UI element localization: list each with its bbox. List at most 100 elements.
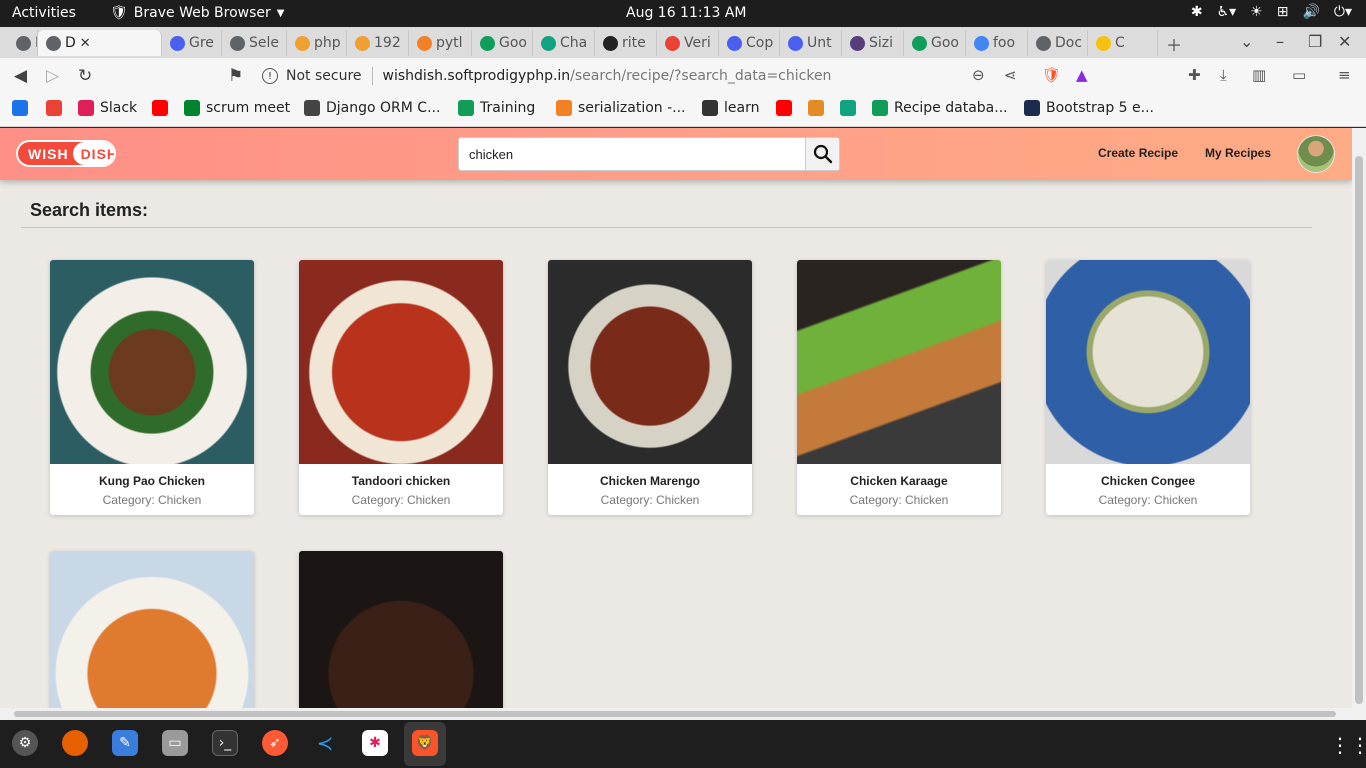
recipe-search-input[interactable] — [458, 137, 806, 171]
close-window-button[interactable]: ✕ — [1338, 32, 1351, 51]
recipe-name[interactable]: Chicken Karaage — [797, 474, 1001, 488]
brave-shields-icon[interactable]: 🛡 — [1042, 66, 1061, 84]
security-label[interactable]: Not secure — [286, 68, 362, 84]
settings-icon[interactable]: ⚙ — [12, 730, 38, 756]
recipe-image[interactable] — [299, 260, 503, 464]
reload-icon[interactable]: ↻ — [78, 66, 92, 86]
bookmark-item[interactable]: Recipe databa... — [872, 100, 1008, 116]
bookmark-item[interactable] — [46, 100, 62, 116]
browser-tab[interactable]: Cha — [533, 30, 595, 56]
bookmark-item[interactable]: serialization -... — [556, 100, 686, 116]
brave-icon[interactable]: 🦁 — [412, 730, 438, 756]
accessibility-icon[interactable]: ♿▾ — [1217, 4, 1237, 20]
recipe-card[interactable]: Chicken Karaage Category: Chicken — [797, 260, 1001, 515]
forward-arrow-icon[interactable]: ▷ — [46, 66, 59, 86]
browser-tab[interactable]: foo — [966, 30, 1028, 56]
volume-icon[interactable]: 🔊 — [1302, 4, 1319, 20]
recipe-card[interactable]: Kung Pao Chicken Category: Chicken — [50, 260, 254, 515]
minimize-window-button[interactable]: – — [1276, 32, 1284, 51]
browser-tab[interactable]: Goo — [472, 30, 533, 56]
browser-tab[interactable]: Gre — [162, 30, 222, 56]
browser-tab[interactable]: Sizi — [842, 30, 904, 56]
browser-tab[interactable]: Veri — [657, 30, 719, 56]
slack-icon[interactable]: ✱ — [362, 730, 388, 756]
bookmark-item[interactable] — [840, 100, 856, 116]
recipe-name[interactable]: Kung Pao Chicken — [50, 474, 254, 488]
vertical-scrollbar[interactable] — [1352, 128, 1366, 720]
browser-tab[interactable]: Goo — [904, 30, 966, 56]
zoom-icon[interactable]: ⊖ — [972, 66, 985, 84]
browser-tab[interactable]: Doc — [1028, 30, 1088, 56]
recipe-image[interactable] — [1046, 260, 1250, 464]
bookmark-icon[interactable]: ⚑ — [228, 66, 243, 86]
app-menu[interactable]: 🛡 Brave Web Browser ▼ — [110, 5, 284, 21]
recipe-card[interactable] — [299, 551, 503, 708]
address-bar[interactable]: ! Not secure wishdish.softprodigyphp.in /… — [258, 62, 1134, 90]
network-icon[interactable]: ⊞ — [1277, 4, 1289, 20]
new-tab-button[interactable]: ＋ — [1166, 32, 1182, 56]
recipe-card[interactable]: Chicken Marengo Category: Chicken — [548, 260, 752, 515]
search-button[interactable] — [805, 137, 840, 171]
recipe-name[interactable]: Tandoori chicken — [299, 474, 503, 488]
browser-tab[interactable]: Doc — [8, 30, 38, 56]
horizontal-scroll-thumb[interactable] — [14, 711, 1336, 717]
system-tray[interactable]: ✱ ♿▾ ☀ ⊞ 🔊 ⏻▾ — [1191, 4, 1352, 20]
browser-tab[interactable]: php — [287, 30, 347, 56]
create-recipe-link[interactable]: Create Recipe — [1098, 146, 1178, 160]
files-icon[interactable]: ▭ — [162, 730, 188, 756]
bookmark-item[interactable] — [808, 100, 824, 116]
recipe-name[interactable]: Chicken Congee — [1046, 474, 1250, 488]
recipe-name[interactable]: Chicken Marengo — [548, 474, 752, 488]
recipe-card[interactable]: Tandoori chicken Category: Chicken — [299, 260, 503, 515]
back-arrow-icon[interactable]: ◀ — [14, 66, 27, 86]
brightness-icon[interactable]: ☀ — [1250, 4, 1263, 20]
recipe-card[interactable] — [50, 551, 254, 708]
url-host[interactable]: wishdish.softprodigyphp.in — [383, 68, 571, 84]
bookmark-item[interactable] — [776, 100, 792, 116]
browser-tab[interactable]: Sele — [222, 30, 287, 56]
user-avatar[interactable] — [1297, 135, 1335, 173]
url-path[interactable]: /search/recipe/?search_data=chicken — [570, 68, 831, 84]
share-icon[interactable]: ⋖ — [1004, 66, 1017, 84]
firefox-icon[interactable] — [62, 730, 88, 756]
recipe-image[interactable] — [299, 551, 503, 708]
extensions-icon[interactable]: ✚ — [1188, 66, 1201, 84]
bookmark-item[interactable]: Bootstrap 5 e... — [1024, 100, 1154, 116]
slack-tray-icon[interactable]: ✱ — [1191, 4, 1203, 20]
my-recipes-link[interactable]: My Recipes — [1205, 146, 1271, 160]
terminal-icon[interactable]: ›_ — [212, 730, 238, 756]
menu-icon[interactable]: ≡ — [1338, 66, 1351, 84]
wishdish-logo[interactable]: WISH DISH — [16, 140, 116, 167]
sidebar-icon[interactable]: ▥ — [1252, 66, 1266, 84]
maximize-window-button[interactable]: ❐ — [1308, 32, 1322, 51]
warning-icon[interactable]: ! — [262, 68, 278, 84]
clock[interactable]: Aug 16 11:13 AM — [626, 5, 747, 21]
vertical-scroll-thumb[interactable] — [1355, 156, 1363, 704]
browser-tab[interactable]: C — [1088, 30, 1158, 56]
recipe-image[interactable] — [797, 260, 1001, 464]
browser-tab[interactable]: rite — [595, 30, 657, 56]
browser-tab[interactable]: D ✕ — [38, 30, 162, 56]
bookmark-item[interactable]: learn — [702, 100, 759, 116]
browser-tab[interactable]: Unt — [780, 30, 842, 56]
recipe-image[interactable] — [548, 260, 752, 464]
activities-button[interactable]: Activities — [12, 5, 76, 21]
bookmark-item[interactable]: scrum meet — [184, 100, 290, 116]
vscode-icon[interactable]: ≺ — [312, 730, 338, 756]
power-icon[interactable]: ⏻▾ — [1334, 4, 1352, 20]
browser-tab[interactable]: 192 — [347, 30, 409, 56]
postman-icon[interactable]: ➶ — [262, 730, 288, 756]
brave-rewards-icon[interactable]: ▲ — [1076, 66, 1088, 84]
bookmark-item[interactable] — [152, 100, 168, 116]
bookmark-item[interactable]: Slack — [78, 100, 137, 116]
downloads-icon[interactable]: ⤓ — [1220, 66, 1227, 84]
browser-tab[interactable]: pytl — [409, 30, 472, 56]
browser-tab[interactable]: Cop — [719, 30, 780, 56]
text-editor-icon[interactable]: ✎ — [112, 730, 138, 756]
recipe-image[interactable] — [50, 260, 254, 464]
bookmark-item[interactable]: Django ORM C... — [304, 100, 440, 116]
bookmark-item[interactable] — [12, 100, 28, 116]
recipe-card[interactable]: Chicken Congee Category: Chicken — [1046, 260, 1250, 515]
tab-search-icon[interactable]: ⌄ — [1240, 32, 1253, 51]
recipe-image[interactable] — [50, 551, 254, 708]
